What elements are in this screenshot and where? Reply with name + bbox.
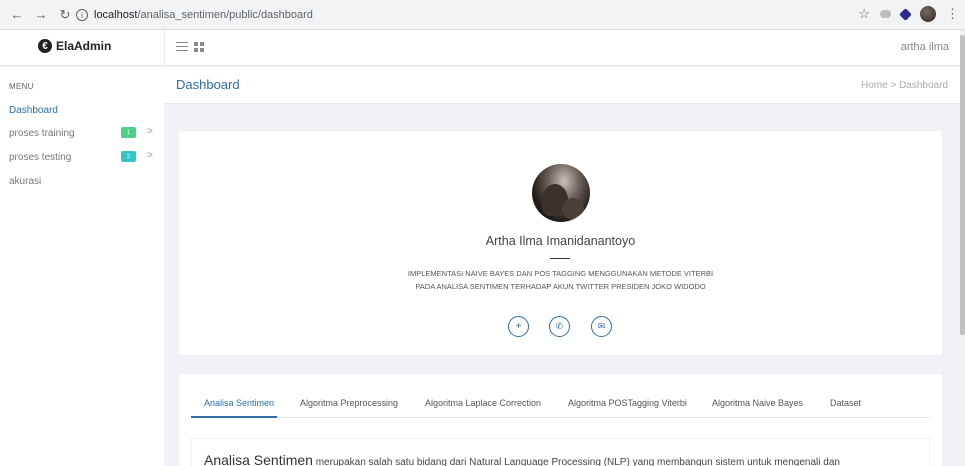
profile-avatar <box>532 164 590 222</box>
tab-dataset[interactable]: Dataset <box>830 398 861 408</box>
page-title: Dashboard <box>176 77 240 92</box>
sidebar-item-proses-training[interactable]: proses training 1 > <box>9 126 154 140</box>
sidebar-item-label: proses testing <box>9 151 72 163</box>
browser-profile-avatar[interactable] <box>920 6 936 22</box>
profile-divider <box>550 258 570 259</box>
chevron-right-icon: > <box>147 150 153 161</box>
count-badge: 2 <box>121 151 136 162</box>
profile-description-line2: PADA ANALISA SENTIMEN TERHADAP AKUN TWIT… <box>415 282 706 291</box>
tabs-card: Analisa Sentimen Algoritma Preprocessing… <box>179 374 942 466</box>
mail-icon[interactable]: ✉ <box>591 316 612 337</box>
active-tab-indicator <box>191 416 277 418</box>
breadcrumb[interactable]: Home > Dashboard <box>861 80 948 91</box>
browser-menu-icon[interactable]: ⋮ <box>946 6 959 22</box>
tab-content-text: Analisa Sentimen merupakan salah satu bi… <box>204 452 840 466</box>
sidebar-item-label: Dashboard <box>9 104 58 116</box>
menu-toggle-icon[interactable] <box>176 42 188 51</box>
tab-algoritma-naive-bayes[interactable]: Algoritma Naive Bayes <box>712 398 803 408</box>
tab-analisa-sentimen[interactable]: Analisa Sentimen <box>204 398 274 408</box>
address-bar[interactable]: i localhost/analisa_sentimen/public/dash… <box>76 5 866 25</box>
tab-algoritma-postagging-viterbi[interactable]: Algoritma POSTagging Viterbi <box>568 398 687 408</box>
user-menu[interactable]: artha ilma <box>901 41 949 53</box>
apps-grid-icon[interactable] <box>194 42 204 52</box>
sidebar-item-proses-testing[interactable]: proses testing 2 > <box>9 150 154 164</box>
plus-icon[interactable]: + <box>508 316 529 337</box>
sidebar-item-label: proses training <box>9 127 75 139</box>
reload-icon[interactable]: ↻ <box>56 6 74 24</box>
forward-icon[interactable]: → <box>32 6 50 24</box>
content-body: merupakan salah satu bidang dari Natural… <box>312 457 840 466</box>
url-host: localhost <box>94 9 138 21</box>
profile-card: Artha Ilma Imanidanantoyo IMPLEMENTASI N… <box>179 131 942 355</box>
header-divider <box>164 30 165 66</box>
sidebar: MENU Dashboard proses training 1 > prose… <box>0 67 164 466</box>
top-header: € ElaAdmin artha ilma <box>0 30 965 66</box>
page-title-bar: Dashboard Home > Dashboard <box>164 67 965 104</box>
logo-icon: € <box>38 39 52 53</box>
tab-algoritma-preprocessing[interactable]: Algoritma Preprocessing <box>300 398 398 408</box>
sidebar-item-label: akurasi <box>9 175 42 187</box>
bookmark-star-icon[interactable]: ☆ <box>858 6 870 22</box>
sidebar-item-dashboard[interactable]: Dashboard <box>9 103 154 117</box>
scrollbar-thumb[interactable] <box>960 35 965 335</box>
browser-toolbar: ← → ↻ i localhost/analisa_sentimen/publi… <box>0 0 965 30</box>
chevron-right-icon: > <box>147 126 153 137</box>
count-badge: 1 <box>121 127 136 138</box>
extension-icon-2[interactable] <box>899 7 912 21</box>
menu-section-title: MENU <box>9 82 34 91</box>
profile-name: Artha Ilma Imanidanantoyo <box>485 234 636 248</box>
sidebar-item-akurasi[interactable]: akurasi <box>9 174 154 188</box>
brand-logo[interactable]: € ElaAdmin <box>38 39 111 53</box>
extension-icon[interactable] <box>880 10 891 18</box>
profile-description-line1: IMPLEMENTASI NAIVE BAYES DAN POS TAGGING… <box>407 269 714 278</box>
content-lead: Analisa Sentimen <box>204 452 313 466</box>
url-path: /analisa_sentimen/public/dashboard <box>137 9 313 21</box>
site-info-icon[interactable]: i <box>76 9 88 21</box>
whatsapp-icon[interactable]: ✆ <box>549 316 570 337</box>
tab-algoritma-laplace-correction[interactable]: Algoritma Laplace Correction <box>425 398 541 408</box>
logo-text: ElaAdmin <box>56 39 112 53</box>
tab-bar-divider <box>191 417 930 418</box>
back-icon[interactable]: ← <box>8 6 26 24</box>
page-scrollbar[interactable] <box>960 30 965 466</box>
